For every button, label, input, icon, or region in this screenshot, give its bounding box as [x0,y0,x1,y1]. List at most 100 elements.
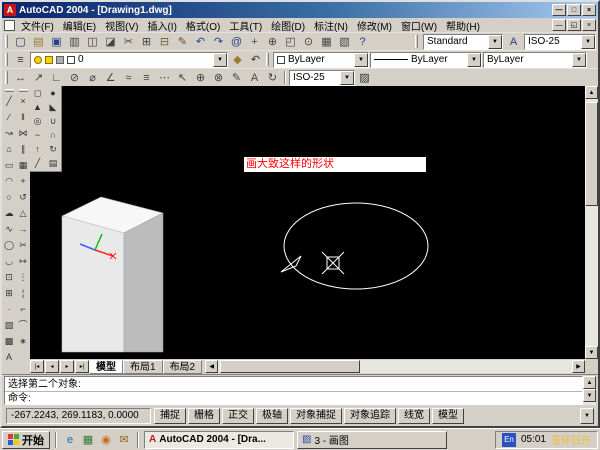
tab-layout2[interactable]: 布局2 [163,360,203,374]
ellipse-arc-icon[interactable]: ◡ [3,254,16,269]
scroll-up-icon[interactable]: ▲ [583,376,596,389]
quick-dimension-icon[interactable]: ≈ [120,70,137,86]
hatch-icon[interactable]: ▨ [3,318,16,333]
make-layer-current-icon[interactable]: ◆ [229,52,246,68]
toolbar-grip[interactable] [19,89,28,92]
region-icon[interactable]: ▩ [3,334,16,349]
tolerance-icon[interactable]: ⊕ [192,70,209,86]
toolbar-grip[interactable] [5,71,8,84]
menu-tools[interactable]: 工具(T) [225,18,266,33]
center-mark-icon[interactable]: ⊗ [210,70,227,86]
menu-insert[interactable]: 插入(I) [143,18,180,33]
dimension-edit-icon[interactable]: ✎ [228,70,245,86]
command-prompt[interactable]: 命令: [5,392,582,406]
break-icon[interactable]: ¦ [17,286,30,301]
offset-icon[interactable]: ∥ [17,142,30,157]
menu-format[interactable]: 格式(O) [182,18,224,33]
spline-icon[interactable]: ∿ [3,222,16,237]
new-icon[interactable]: ▢ [12,34,29,50]
linear-dimension-icon[interactable]: ↔ [12,70,29,86]
publish-icon[interactable]: ◪ [102,34,119,50]
cone-icon[interactable]: ▲ [30,100,45,114]
aligned-dimension-icon[interactable]: ↗ [30,70,47,86]
rotate-icon[interactable]: ↺ [17,190,30,205]
chevron-down-icon[interactable]: ▼ [340,71,354,85]
move-icon[interactable]: + [17,174,30,189]
chevron-down-icon[interactable]: ▼ [213,53,227,67]
mail-icon[interactable]: ✉ [116,432,132,448]
start-button[interactable]: 开始 [2,431,50,449]
arc-icon[interactable]: ◠ [3,174,16,189]
vertical-scrollbar[interactable]: ▲ ▼ [585,86,598,359]
quick-leader-icon[interactable]: ↖ [174,70,191,86]
make-block-icon[interactable]: ⊞ [3,286,16,301]
menu-view[interactable]: 视图(V) [101,18,142,33]
task-paint[interactable]: ▨ 3 - 画图 [297,431,447,449]
revision-cloud-icon[interactable]: ☁ [3,206,16,221]
text-style-icon[interactable]: A [505,34,522,50]
toolbar-grip[interactable] [5,35,8,48]
zoom-window-icon[interactable]: ◰ [282,34,299,50]
dimension-text-edit-icon[interactable]: A [246,70,263,86]
clock[interactable]: 05:01 [521,434,546,445]
command-scrollbar[interactable]: ▲ ▼ [583,376,596,405]
construction-line-icon[interactable]: ∕ [3,110,16,125]
dimension-style-icon[interactable]: ▨ [356,70,373,86]
array-icon[interactable]: ▦ [17,158,30,173]
text-style-combo[interactable]: Standard ▼ [423,34,503,50]
trim-icon[interactable]: ✂ [17,238,30,253]
polyline-icon[interactable]: ↝ [3,126,16,141]
explode-icon[interactable]: ∗ [17,334,30,349]
snap-button[interactable]: 捕捉 [154,408,186,424]
scroll-down-icon[interactable]: ▼ [583,389,596,402]
ortho-button[interactable]: 正交 [222,408,254,424]
vertical-scroll-thumb[interactable] [585,102,598,206]
torus-icon[interactable]: ◎ [30,114,45,128]
plot-icon[interactable]: ▥ [66,34,83,50]
circle-icon[interactable]: ○ [3,190,16,205]
color-combo[interactable]: ByLayer ▼ [273,52,369,68]
tab-layout1[interactable]: 布局1 [123,360,163,374]
scroll-right-icon[interactable]: ▶ [572,360,585,373]
tab-last-button[interactable]: ▸| [75,360,89,373]
internet-explorer-icon[interactable]: e [62,432,78,448]
scroll-up-icon[interactable]: ▲ [585,86,598,99]
radius-dimension-icon[interactable]: ⊘ [66,70,83,86]
chevron-down-icon[interactable]: ▼ [572,53,586,67]
zoom-realtime-icon[interactable]: ⊕ [264,34,281,50]
chamfer-icon[interactable]: ⌐ [17,302,30,317]
line-icon[interactable]: ╱ [3,94,16,109]
scroll-down-icon[interactable]: ▼ [585,346,598,359]
match-properties-icon[interactable]: ✎ [174,34,191,50]
menu-draw[interactable]: 绘图(D) [267,18,309,33]
chevron-down-icon[interactable]: ▼ [581,35,595,49]
point-icon[interactable]: ∙ [3,302,16,317]
angular-dimension-icon[interactable]: ∠ [102,70,119,86]
dimension-style-combo[interactable]: ISO-25 ▼ [289,70,355,86]
hyperlink-icon[interactable]: @ [228,34,245,50]
task-autocad[interactable]: A AutoCAD 2004 - [Dra... [144,431,294,449]
status-menu-icon[interactable]: ▼ [580,408,594,424]
plot-preview-icon[interactable]: ◫ [84,34,101,50]
polygon-icon[interactable]: ⌂ [3,142,16,157]
erase-icon[interactable]: × [17,94,30,109]
layer-previous-icon[interactable]: ↶ [247,52,264,68]
minimize-button[interactable]: — [552,4,566,16]
copy-icon[interactable]: ⊞ [138,34,155,50]
osnap-button[interactable]: 对象捕捉 [290,408,342,424]
redo-icon[interactable]: ↷ [210,34,227,50]
tab-prev-button[interactable]: ◂ [45,360,59,373]
model-button[interactable]: 模型 [432,408,464,424]
scale-icon[interactable]: △ [17,206,30,221]
save-icon[interactable]: ▣ [48,34,65,50]
extrude-icon[interactable]: ↑ [30,142,45,156]
toolbar-grip[interactable] [266,53,269,66]
scroll-left-icon[interactable]: ◀ [205,360,218,373]
sphere-icon[interactable]: ● [46,86,61,100]
fillet-icon[interactable]: ⌒ [17,318,30,333]
doc-minimize-button[interactable]: — [552,19,566,31]
horizontal-scrollbar[interactable]: ◀ ▶ [205,360,585,373]
mtext-icon[interactable]: A [3,350,16,365]
lineweight-button[interactable]: 线宽 [398,408,430,424]
ordinate-dimension-icon[interactable]: ∟ [48,70,65,86]
